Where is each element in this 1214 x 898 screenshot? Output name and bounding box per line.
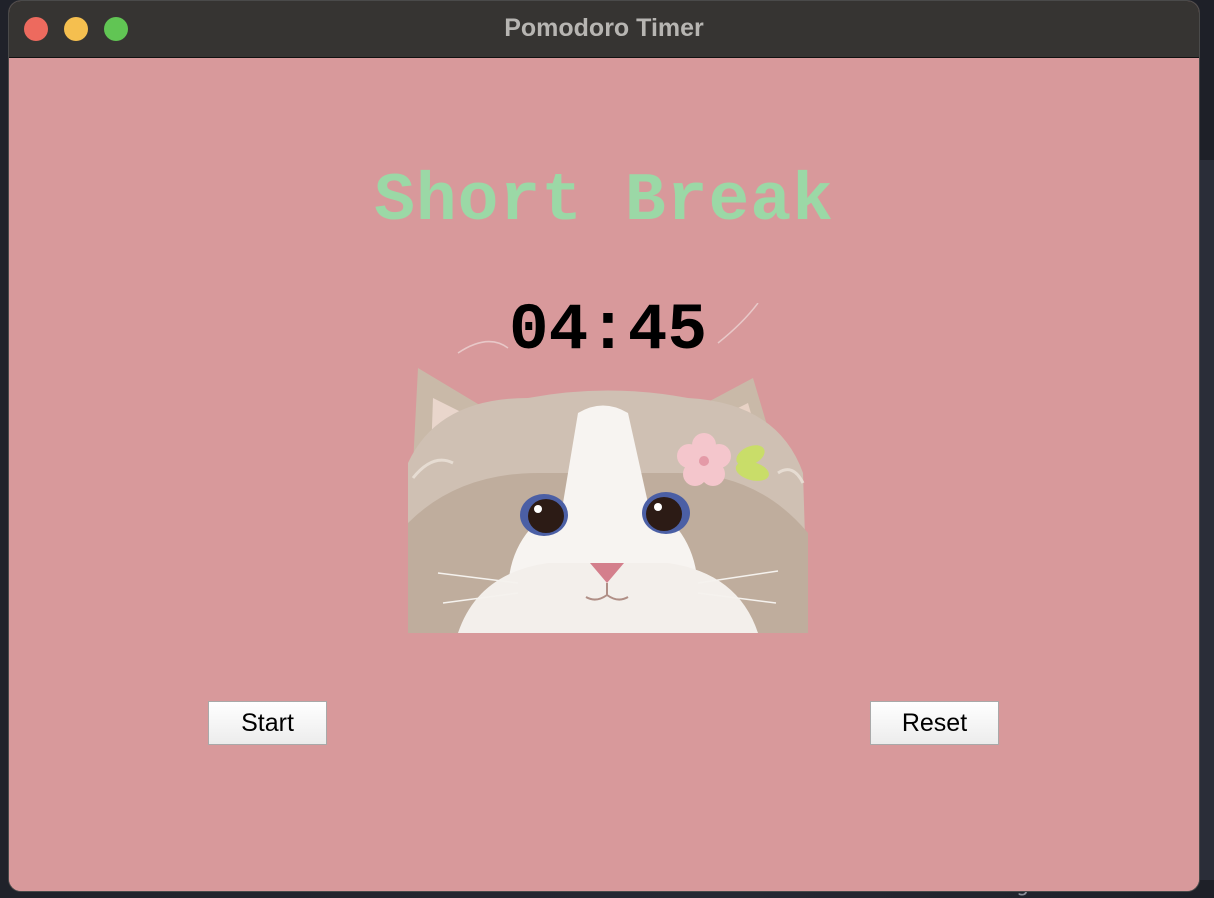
timer-canvas: Short Break 04:45 Start Reset: [9, 58, 1199, 891]
reset-button[interactable]: Reset: [870, 701, 999, 745]
background-window-edge: [1200, 160, 1214, 880]
app-window: Pomodoro Timer Short Break 04:45 Start R…: [9, 1, 1199, 891]
window-title: Pomodoro Timer: [504, 14, 704, 42]
session-heading: Short Break: [374, 163, 834, 240]
countdown-display: 04:45: [508, 293, 708, 368]
start-button[interactable]: Start: [208, 701, 327, 745]
title-bar[interactable]: Pomodoro Timer: [9, 1, 1199, 58]
